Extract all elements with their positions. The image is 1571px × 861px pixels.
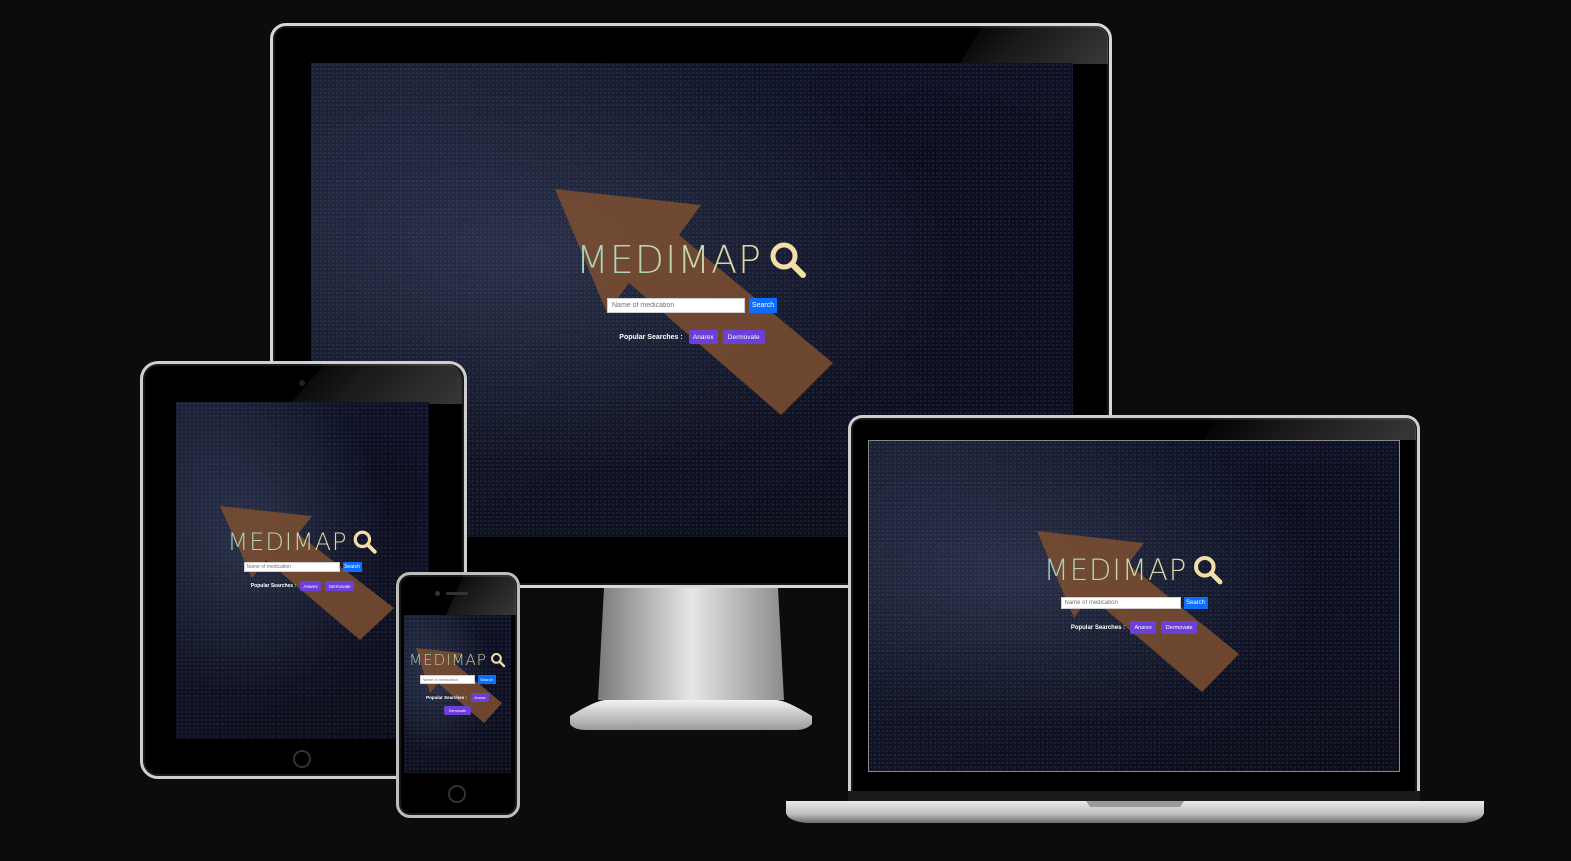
search-input[interactable] <box>419 675 475 684</box>
responsive-mockup: MEDIMAP Search Popular Searches : Anarex… <box>0 0 1571 861</box>
popular-label: Popular Searches : <box>250 583 297 589</box>
tag-button-dermovate[interactable]: Dermovate <box>325 581 355 591</box>
popular-label: Popular Searches : <box>619 333 683 341</box>
home-button-icon[interactable] <box>293 750 311 768</box>
popular-searches: Popular Searches : Anarex Dermovate <box>311 330 1073 344</box>
logo-text: MEDIMAP <box>409 651 487 669</box>
popular-searches: Popular Searches : Anarex Dermovate <box>418 693 498 715</box>
site-logo: MEDIMAP <box>869 553 1399 587</box>
tag-button-anarex[interactable]: Anarex <box>300 581 322 591</box>
magnifier-icon <box>490 653 506 668</box>
popular-searches: Popular Searches : Anarex Dermovate <box>176 581 429 591</box>
search-form: Search <box>404 675 511 684</box>
phone-screen: MEDIMAP Search Popular Searches : Anarex… <box>404 615 511 773</box>
magnifier-icon <box>1194 556 1223 585</box>
search-button[interactable]: Search <box>477 675 496 684</box>
site-logo: MEDIMAP <box>311 238 1073 282</box>
search-input[interactable] <box>607 298 745 313</box>
logo-text: MEDIMAP <box>576 238 762 282</box>
tag-button-dermovate[interactable]: Dermovate <box>1161 621 1198 634</box>
magnifier-icon <box>770 242 806 278</box>
search-button[interactable]: Search <box>749 298 777 313</box>
search-button[interactable]: Search <box>342 562 362 572</box>
popular-searches: Popular Searches : Anarex Dermovate <box>869 621 1399 634</box>
tag-button-anarex[interactable]: Anarex <box>688 330 718 344</box>
site-logo: MEDIMAP <box>404 651 511 669</box>
logo-text: MEDIMAP <box>1043 553 1188 587</box>
popular-label: Popular Searches : <box>426 695 467 700</box>
laptop-screen: MEDIMAP Search Popular Searches : Anarex… <box>868 440 1400 772</box>
tag-button-dermovate[interactable]: Dermovate <box>722 330 765 344</box>
home-button-icon[interactable] <box>448 785 466 803</box>
popular-label: Popular Searches : <box>1070 624 1126 631</box>
search-form: Search <box>869 597 1399 609</box>
magnifier-icon <box>353 530 377 554</box>
tablet-screen: MEDIMAP Search Popular Searches : Anarex… <box>176 402 429 739</box>
tablet-camera <box>299 380 305 386</box>
search-form: Search <box>176 562 429 572</box>
search-input[interactable] <box>243 562 340 572</box>
search-button[interactable]: Search <box>1183 597 1208 609</box>
logo-text: MEDIMAP <box>227 528 348 556</box>
tag-button-dermovate[interactable]: Dermovate <box>444 706 471 715</box>
search-input[interactable] <box>1060 597 1181 609</box>
tag-button-anarex[interactable]: Anarex <box>1130 621 1157 634</box>
monitor-stand <box>570 588 812 730</box>
phone-camera <box>435 591 440 596</box>
laptop: MEDIMAP Search Popular Searches : Anarex… <box>784 415 1486 825</box>
search-form: Search <box>311 298 1073 313</box>
site-logo: MEDIMAP <box>176 528 429 556</box>
tag-button-anarex[interactable]: Anarex <box>470 693 489 702</box>
phone: MEDIMAP Search Popular Searches : Anarex… <box>396 572 520 818</box>
phone-speaker <box>446 592 468 595</box>
laptop-base <box>786 791 1484 823</box>
